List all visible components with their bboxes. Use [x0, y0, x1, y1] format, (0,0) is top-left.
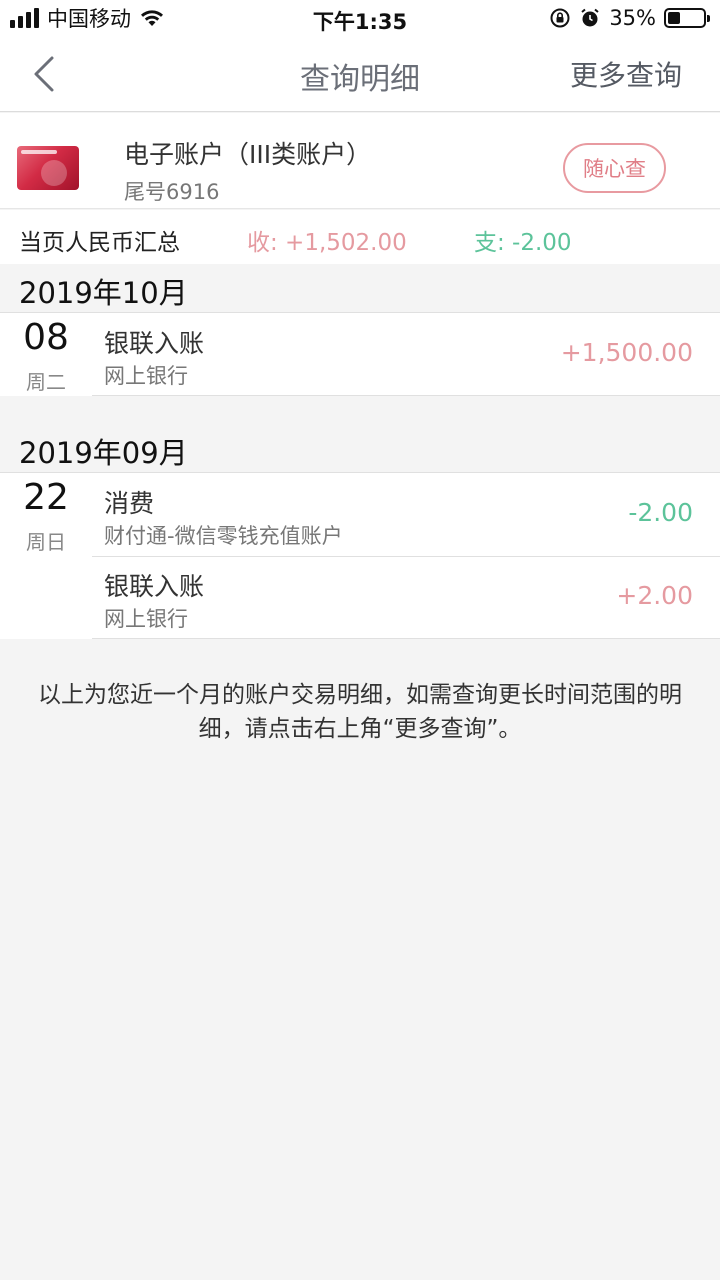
txn-channel: 网上银行 [104, 607, 188, 631]
month-header: 2019年09月 [0, 424, 720, 472]
account-card: 电子账户（III类账户） 尾号6916 随心查 [0, 113, 720, 209]
more-query-button[interactable]: 更多查询 [570, 54, 682, 94]
transaction-group: 22 周日 消费 财付通-微信零钱充值账户 -2.00 银联入账 网上银行 +2… [0, 472, 720, 639]
bank-card-image [17, 146, 79, 190]
nav-bar: 查询明细 更多查询 [0, 36, 720, 112]
summary-label: 当页人民币汇总 [19, 230, 180, 256]
history-footnote: 以上为您近一个月的账户交易明细，如需查询更长时间范围的明细，请点击右上角“更多查… [38, 682, 682, 742]
transaction-row[interactable]: 银联入账 网上银行 +2.00 [0, 556, 720, 639]
battery-icon [664, 8, 710, 28]
txn-title: 消费 [104, 489, 155, 518]
quick-query-button[interactable]: 随心查 [563, 143, 666, 193]
transaction-group: 08 周二 银联入账 网上银行 +1,500.00 [0, 312, 720, 396]
month-label: 2019年09月 [19, 436, 188, 470]
battery-percent: 35% [609, 6, 656, 30]
txn-day: 08 [23, 317, 69, 358]
txn-amount: +2.00 [616, 581, 693, 610]
status-bar: 中国移动 下午1:35 35% [0, 0, 720, 36]
month-label: 2019年10月 [19, 276, 188, 310]
account-name: 电子账户（III类账户） [124, 140, 372, 169]
txn-amount: -2.00 [628, 498, 693, 527]
alarm-clock-icon [581, 8, 599, 27]
status-right: 35% [549, 6, 710, 30]
transaction-row[interactable]: 08 周二 银联入账 网上银行 +1,500.00 [0, 313, 720, 396]
txn-channel: 财付通-微信零钱充值账户 [104, 524, 343, 548]
txn-amount: +1,500.00 [560, 338, 693, 367]
transaction-row[interactable]: 22 周日 消费 财付通-微信零钱充值账户 -2.00 [0, 473, 720, 556]
account-tail-number: 尾号6916 [124, 180, 220, 204]
summary-bar: 当页人民币汇总 收: +1,502.00 支: -2.00 [0, 210, 720, 264]
txn-day: 22 [23, 477, 69, 518]
battery-fill [668, 12, 680, 24]
month-header: 2019年10月 [0, 264, 720, 312]
txn-weekday: 周日 [26, 530, 66, 554]
summary-income: 收: +1,502.00 [247, 230, 407, 256]
rotation-lock-icon [550, 8, 570, 28]
txn-title: 银联入账 [104, 572, 205, 601]
txn-title: 银联入账 [104, 329, 205, 358]
summary-expense: 支: -2.00 [474, 230, 572, 256]
txn-weekday: 周二 [26, 370, 66, 394]
txn-channel: 网上银行 [104, 364, 188, 388]
